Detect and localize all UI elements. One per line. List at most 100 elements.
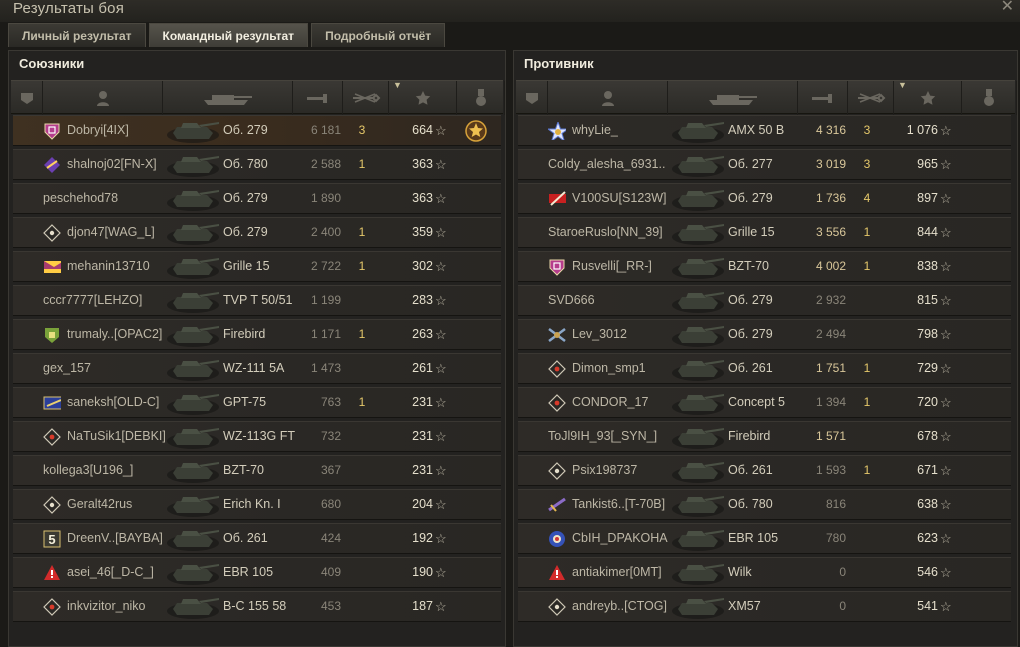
tank-name: Firebird	[728, 429, 771, 443]
player-row[interactable]: shalnoj02[FN-X] Об. 780 2 588 1 363 ☆	[13, 149, 501, 180]
player-row[interactable]: peschehod78 Об. 279 1 890 363 ☆	[13, 183, 501, 214]
tab-personal-result[interactable]: Личный результат	[8, 23, 146, 47]
damage-value: 367	[320, 463, 341, 477]
experience-value: 815	[917, 293, 938, 307]
kills-column-icon[interactable]	[848, 81, 894, 115]
player-row[interactable]: saneksh[OLD-C] GPT-75 763 1 231 ☆	[13, 387, 501, 418]
damage-column-icon[interactable]	[293, 81, 343, 115]
experience-value: 720	[917, 395, 938, 409]
clan-badge-icon	[548, 252, 572, 281]
close-icon[interactable]: ✕	[1001, 0, 1014, 16]
kills-value: 1	[863, 225, 871, 239]
clan-badge-icon	[43, 558, 67, 587]
player-row[interactable]: ToJl9IH_93[_SYN_] Firebird 1 571 678 ☆	[518, 421, 1011, 452]
player-row[interactable]: asei_46[_D-C_] EBR 105 409 190 ☆	[13, 557, 501, 588]
player-name: shalnoj02[FN-X]	[67, 157, 157, 171]
player-row[interactable]: Psix198737 Об. 261 1 593 1 671 ☆	[518, 455, 1011, 486]
player-row[interactable]: cccr7777[LEHZO] TVP T 50/51 1 199 283 ☆	[13, 285, 501, 316]
player-row[interactable]: andreyb..[CTOG] XM57 0 541 ☆	[518, 591, 1011, 622]
platoon-column-icon[interactable]	[516, 81, 548, 115]
tank-image	[672, 122, 724, 143]
player-column-icon[interactable]	[43, 81, 163, 115]
experience-column-icon[interactable]: ▼	[894, 80, 962, 115]
kills-value	[351, 592, 373, 621]
kills-value: 1	[358, 395, 366, 409]
tank-name: EBR 105	[223, 565, 274, 579]
kills-value: 1	[863, 361, 871, 375]
star-icon: ☆	[940, 157, 952, 172]
experience-value: 261	[412, 361, 433, 375]
tank-name: EBR 105	[728, 531, 779, 545]
damage-column-icon[interactable]	[798, 81, 848, 115]
player-row[interactable]: V100SU[S123W] Об. 279 1 736 4 897 ☆	[518, 183, 1011, 214]
player-row[interactable]: CONDOR_17 Concept 5 1 394 1 720 ☆	[518, 387, 1011, 418]
tank-column-icon[interactable]	[668, 81, 798, 115]
star-icon: ☆	[435, 327, 447, 342]
tank-name: Об. 279	[223, 225, 268, 239]
star-icon: ☆	[435, 497, 447, 512]
player-row[interactable]: Geralt42rus Erich Kn. I 680 204 ☆	[13, 489, 501, 520]
medal-cell	[465, 116, 489, 145]
player-name: whyLie_	[572, 123, 618, 137]
player-name: ToJl9IH_93[_SYN_]	[548, 429, 658, 443]
player-row[interactable]: gex_157 WZ-111 5A 1 473 261 ☆	[13, 353, 501, 384]
player-row[interactable]: Coldy_alesha_6931.. Об. 277 3 019 3 965 ☆	[518, 149, 1011, 180]
star-icon: ☆	[940, 191, 952, 206]
kills-value	[351, 558, 373, 587]
damage-value: 1 736	[815, 191, 846, 205]
medal-column-icon[interactable]	[962, 81, 1017, 115]
experience-value: 363	[412, 191, 433, 205]
tank-name: Об. 279	[728, 293, 773, 307]
player-row[interactable]: Tankist6..[T-70B] Об. 780 816 638 ☆	[518, 489, 1011, 520]
allies-title: Союзники	[19, 56, 85, 71]
player-row[interactable]: 5 DreenV..[BAYBA] Об. 261 424 192 ☆	[13, 523, 501, 554]
player-row[interactable]: inkvizitor_niko B-C 155 58 453 187 ☆	[13, 591, 501, 622]
damage-value: 1 394	[815, 395, 846, 409]
allies-header: ▼	[11, 80, 505, 115]
star-icon: ☆	[435, 531, 447, 546]
player-name: Dobryi[4IX]	[67, 123, 129, 137]
player-row[interactable]: mehanin13710 Grille 15 2 722 1 302 ☆	[13, 251, 501, 282]
player-column-icon[interactable]	[548, 81, 668, 115]
experience-column-icon[interactable]: ▼	[389, 80, 457, 115]
player-row[interactable]: SVD666 Об. 279 2 932 815 ☆	[518, 285, 1011, 316]
experience-value: 302	[412, 259, 433, 273]
player-row[interactable]: NaTuSik1[DEBKI] WZ-113G FT 732 231 ☆	[13, 421, 501, 452]
platoon-column-icon[interactable]	[11, 81, 43, 115]
kills-value: 1	[863, 259, 871, 273]
tank-column-icon[interactable]	[163, 81, 293, 115]
tank-name: WZ-111 5A	[223, 361, 285, 375]
clan-badge-icon	[548, 558, 572, 587]
player-row[interactable]: Rusvelli[_RR-] BZT-70 4 002 1 838 ☆	[518, 251, 1011, 282]
clan-badge-icon	[43, 388, 67, 417]
player-row[interactable]: Lev_3012 Об. 279 2 494 798 ☆	[518, 319, 1011, 350]
player-row[interactable]: antiakimer[0MT] Wilk 0 546 ☆	[518, 557, 1011, 588]
tank-name: Wilk	[728, 565, 752, 579]
medal-column-icon[interactable]	[457, 81, 505, 115]
tank-name: GPT-75	[223, 395, 267, 409]
experience-value: 283	[412, 293, 433, 307]
clan-badge-icon	[548, 184, 572, 213]
star-icon: ☆	[940, 293, 952, 308]
player-row[interactable]: djon47[WAG_L] Об. 279 2 400 1 359 ☆	[13, 217, 501, 248]
player-row[interactable]: CbIH_DPAKOHA EBR 105 780 623 ☆	[518, 523, 1011, 554]
experience-value: 838	[917, 259, 938, 273]
tank-image	[167, 122, 219, 143]
player-row[interactable]: Dimon_smp1 Об. 261 1 751 1 729 ☆	[518, 353, 1011, 384]
star-icon: ☆	[940, 599, 952, 614]
player-row[interactable]: Dobryi[4IX] Об. 279 6 181 3 664 ☆	[13, 115, 501, 146]
experience-value: 190	[412, 565, 433, 579]
damage-value: 4 002	[815, 259, 846, 273]
player-name: inkvizitor_niko	[67, 599, 146, 613]
tank-name: Об. 780	[728, 497, 773, 511]
player-row[interactable]: StaroeRuslo[NN_39] Grille 15 3 556 1 844 ☆	[518, 217, 1011, 248]
tab-detailed-report[interactable]: Подробный отчёт	[311, 23, 446, 47]
kills-value: 4	[863, 191, 871, 205]
player-row[interactable]: kollega3[U196_] BZT-70 367 231 ☆	[13, 455, 501, 486]
tab-team-result[interactable]: Командный результат	[148, 23, 309, 47]
star-icon: ☆	[435, 225, 447, 240]
player-row[interactable]: whyLie_ AMX 50 B 4 316 3 1 076 ☆	[518, 115, 1011, 146]
player-name: Lev_3012	[572, 327, 627, 341]
kills-column-icon[interactable]	[343, 81, 389, 115]
player-row[interactable]: trumaly..[OPAC2] Firebird 1 171 1 263 ☆	[13, 319, 501, 350]
